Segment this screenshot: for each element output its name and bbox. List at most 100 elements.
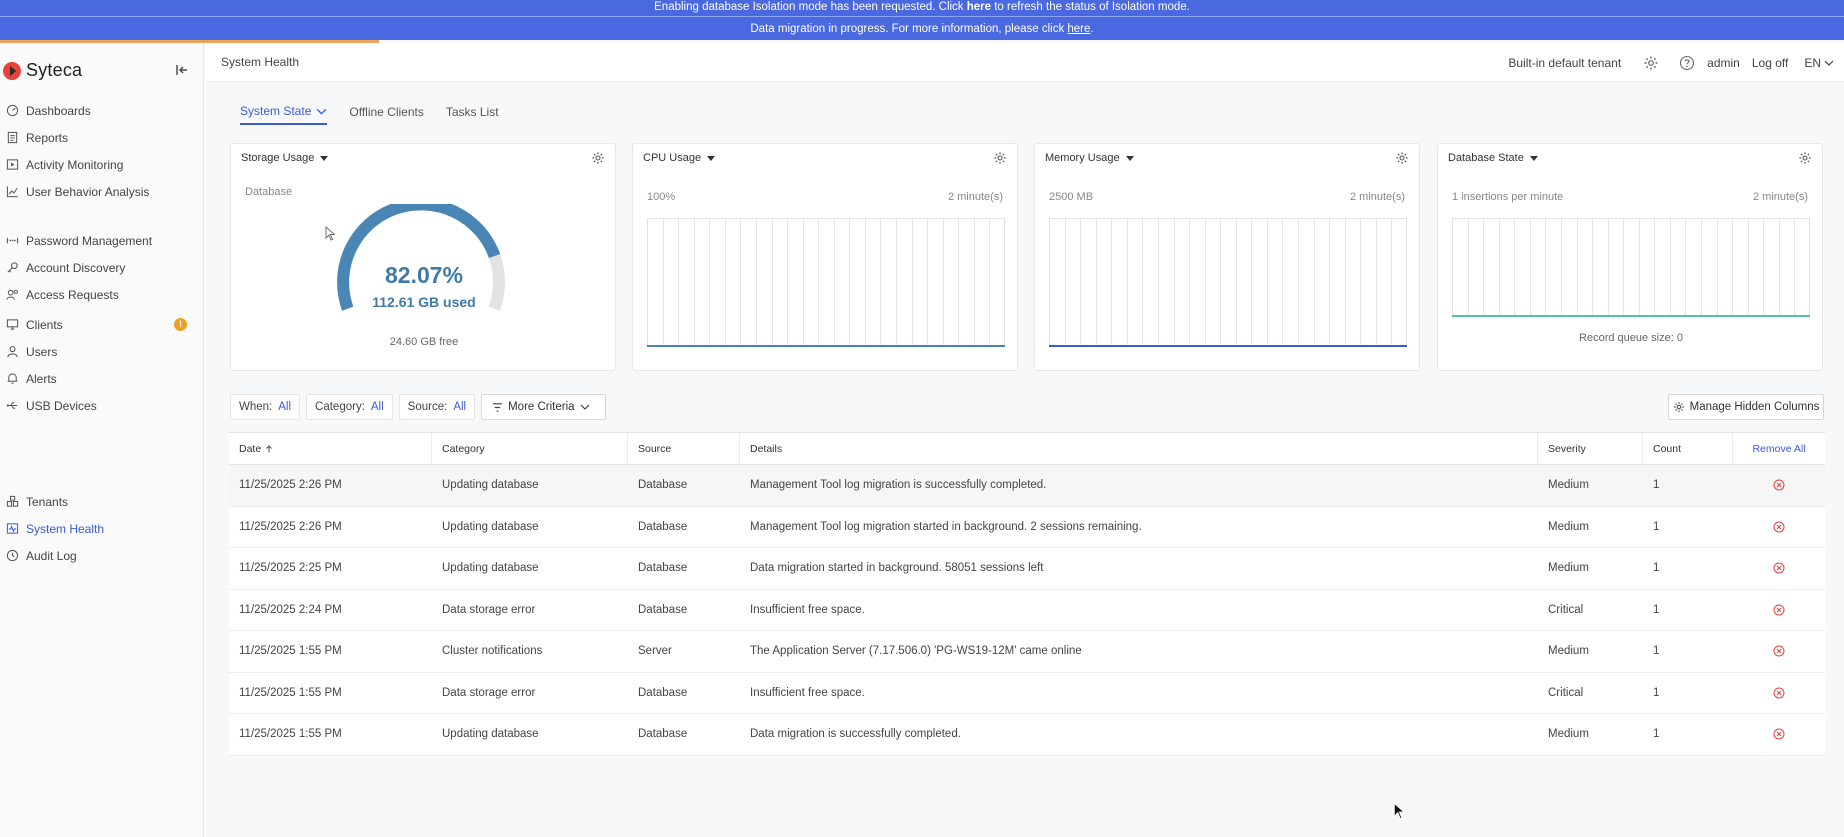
settings-gear-icon[interactable] (1643, 55, 1659, 71)
sidebar-item-label: Password Management (26, 233, 153, 248)
filter-category[interactable]: Category: All (306, 394, 393, 420)
widget-settings-gear-icon[interactable] (1395, 151, 1409, 165)
remove-circle-icon (1773, 562, 1785, 574)
table-row[interactable]: 11/25/2025 2:26 PM Updating database Datab… (229, 465, 1825, 507)
collapse-sidebar-icon[interactable] (175, 63, 189, 77)
table-row[interactable]: 11/25/2025 2:26 PM Updating database Datab… (229, 507, 1825, 548)
filter-value: All (278, 401, 292, 413)
filter-label: Category: (315, 401, 365, 413)
table-row[interactable]: 11/25/2025 1:55 PM Data storage error Data… (229, 673, 1825, 714)
current-user[interactable]: admin (1707, 56, 1740, 70)
remove-row-button[interactable] (1733, 714, 1825, 755)
isolation-banner: Enabling database Isolation mode has bee… (0, 0, 1844, 17)
column-header-category[interactable]: Category (432, 433, 628, 464)
sidebar-item-audit-log[interactable]: Audit Log (0, 542, 204, 569)
sidebar-item-alerts[interactable]: Alerts (0, 365, 204, 392)
widget-settings-gear-icon[interactable] (1798, 151, 1812, 165)
sidebar-item-access-requests[interactable]: Access Requests (0, 281, 204, 308)
remove-row-button[interactable] (1733, 590, 1825, 631)
filter-label: Source: (407, 401, 448, 413)
nav-group-main: Dashboards Reports Activity Monitoring U… (0, 97, 204, 205)
column-label: Source (638, 442, 672, 455)
cell-category: Updating database (442, 562, 539, 575)
storage-percent: 82.07% (384, 262, 463, 288)
cell-details: The Application Server (7.17.506.0) 'PG-… (750, 645, 1082, 658)
cell-category: Updating database (442, 479, 539, 492)
memory-widget-title[interactable]: Memory Usage (1045, 152, 1134, 164)
sidebar-item-users[interactable]: Users (0, 338, 204, 365)
remove-circle-icon (1773, 604, 1785, 616)
brand-logo[interactable]: Syteca (2, 60, 82, 81)
column-header-severity[interactable]: Severity (1538, 433, 1643, 464)
isolation-banner-text: Enabling database Isolation mode has bee… (654, 1, 967, 13)
cpu-usage-widget: CPU Usage 100% 2 minute(s) (632, 143, 1018, 371)
cell-date: 11/25/2025 2:24 PM (239, 603, 342, 616)
table-row[interactable]: 11/25/2025 1:55 PM Cluster notifications S… (229, 631, 1825, 673)
cell-severity: Critical (1548, 603, 1584, 616)
cpu-interval-label: 2 minute(s) (947, 191, 1003, 203)
column-header-source[interactable]: Source (628, 433, 740, 464)
database-widget-title[interactable]: Database State (1448, 152, 1538, 164)
filter-value: All (370, 401, 384, 413)
cell-severity: Medium (1548, 645, 1589, 658)
brand-name: Syteca (26, 60, 83, 80)
remove-row-button[interactable] (1733, 673, 1825, 714)
memory-scale-label: 2500 MB (1049, 191, 1094, 203)
sidebar-item-account-discovery[interactable]: Account Discovery (0, 254, 204, 281)
cell-count: 1 (1653, 520, 1660, 533)
logoff-link[interactable]: Log off (1752, 56, 1788, 70)
help-icon[interactable] (1679, 55, 1695, 71)
remove-row-button[interactable] (1733, 631, 1825, 672)
cell-details: Data migration started in background. 58… (750, 562, 1044, 575)
storage-widget-title[interactable]: Storage Usage (241, 152, 329, 164)
table-row[interactable]: 11/25/2025 1:55 PM Updating database Datab… (229, 714, 1825, 756)
caret-down-icon (1125, 155, 1134, 161)
tab-tasks-list[interactable]: Tasks List (446, 104, 499, 125)
table-row[interactable]: 11/25/2025 2:25 PM Updating database Datab… (229, 548, 1825, 590)
sidebar-item-password-management[interactable]: Password Management (0, 227, 204, 254)
column-header-details[interactable]: Details (740, 433, 1538, 464)
more-criteria-button[interactable]: More Criteria (481, 394, 606, 420)
sidebar-item-label: Dashboards (26, 103, 91, 118)
manage-hidden-columns-button[interactable]: Manage Hidden Columns (1668, 394, 1824, 420)
sidebar-item-dashboards[interactable]: Dashboards (0, 97, 204, 124)
sidebar-item-label: Users (26, 344, 58, 359)
remove-row-button[interactable] (1733, 507, 1825, 548)
cell-count: 1 (1653, 645, 1660, 658)
sidebar-item-activity-monitoring[interactable]: Activity Monitoring (0, 151, 204, 178)
clients-warning-badge: ! (174, 318, 187, 331)
remove-circle-icon (1773, 687, 1785, 699)
database-state-widget: Database State 1 insertions per minute 2… (1437, 143, 1823, 371)
isolation-refresh-link[interactable]: here (967, 1, 991, 13)
language-selector[interactable]: EN (1804, 56, 1834, 70)
table-row[interactable]: 11/25/2025 2:24 PM Data storage error Data… (229, 590, 1825, 631)
tab-system-state[interactable]: System State (240, 104, 328, 125)
widget-settings-gear-icon[interactable] (591, 151, 605, 165)
filter-label: When: (239, 401, 273, 413)
filter-source[interactable]: Source: All (398, 394, 476, 420)
filter-when[interactable]: When: All (230, 394, 301, 420)
tenant-selector[interactable]: Built-in default tenant (1508, 56, 1621, 70)
tab-offline-clients[interactable]: Offline Clients (349, 104, 423, 125)
sidebar-item-usb-devices[interactable]: USB Devices (0, 392, 204, 419)
widget-settings-gear-icon[interactable] (993, 151, 1007, 165)
column-header-count[interactable]: Count (1643, 433, 1733, 464)
sidebar-item-tenants[interactable]: Tenants (0, 488, 204, 515)
sidebar-item-user-behavior-analysis[interactable]: User Behavior Analysis (0, 178, 204, 205)
more-criteria-label: More Criteria (508, 401, 575, 413)
column-header-date[interactable]: Date (229, 433, 432, 464)
cell-source: Server (638, 645, 672, 658)
cpu-widget-title[interactable]: CPU Usage (643, 152, 716, 164)
sidebar-item-label: User Behavior Analysis (26, 184, 150, 199)
remove-row-button[interactable] (1733, 548, 1825, 589)
remove-all-button[interactable]: Remove All (1733, 433, 1825, 464)
nav-group-monitoring: Clients ! Users Alerts USB Devices (0, 311, 204, 419)
sidebar-item-reports[interactable]: Reports (0, 124, 204, 151)
remove-row-button[interactable] (1733, 465, 1825, 506)
cell-count: 1 (1653, 728, 1660, 741)
database-rate-label: 1 insertions per minute (1452, 191, 1564, 203)
sidebar-item-clients[interactable]: Clients ! (0, 311, 204, 338)
sidebar-item-system-health[interactable]: System Health (0, 515, 204, 542)
cell-severity: Medium (1548, 520, 1589, 533)
migration-info-link[interactable]: here (1067, 23, 1090, 35)
